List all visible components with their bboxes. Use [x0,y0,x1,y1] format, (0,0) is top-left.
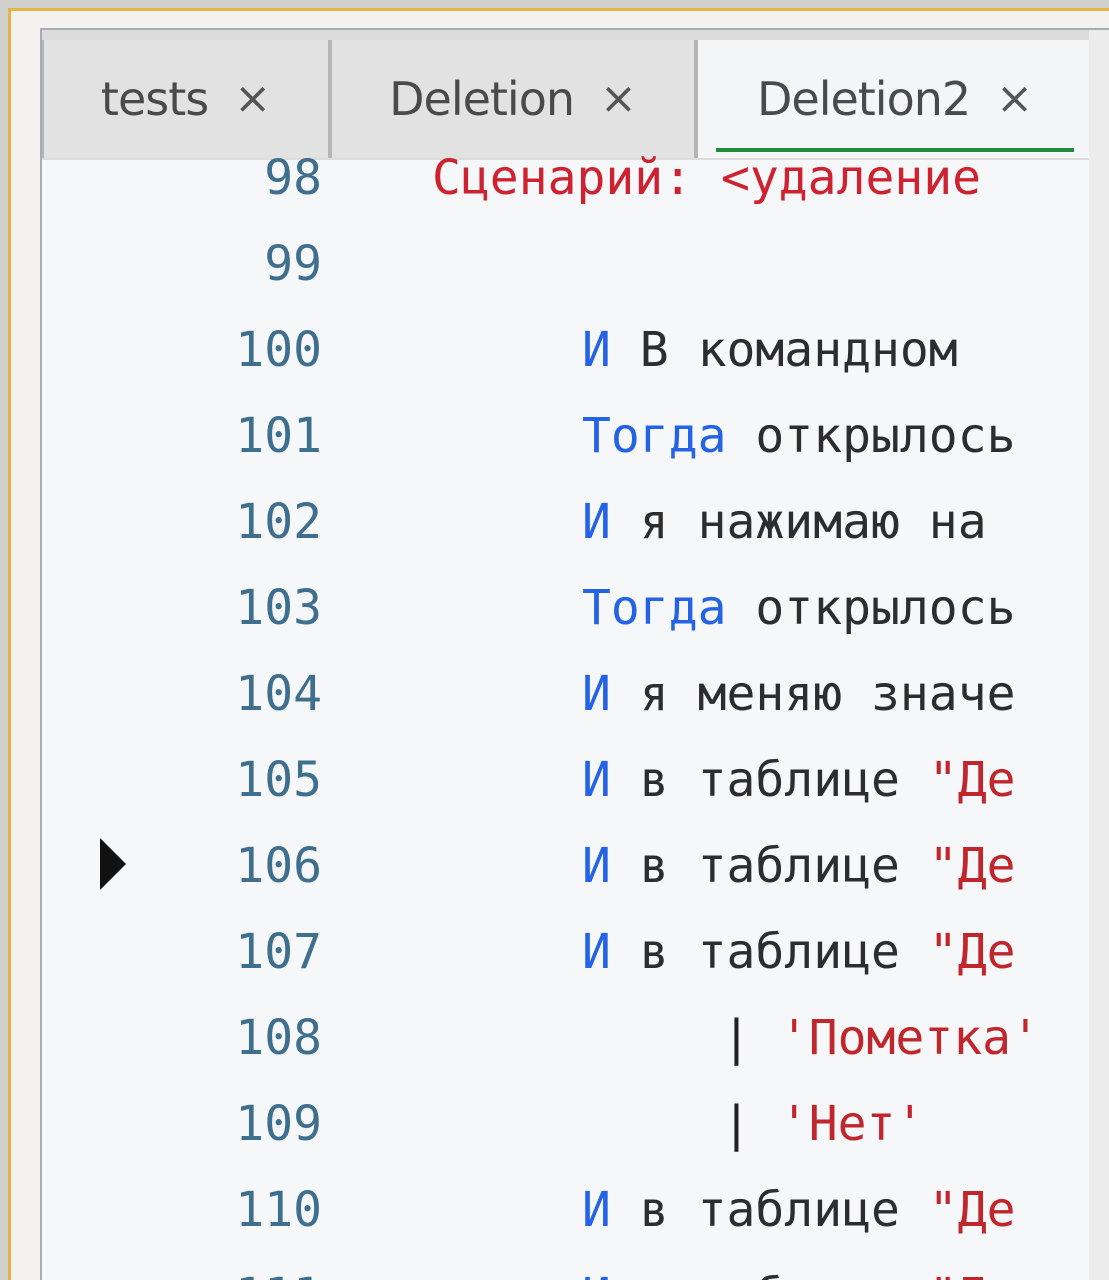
table-pipe: | [722,1096,780,1152]
string-literal: "Де [928,1182,1016,1238]
close-icon[interactable]: × [234,77,271,121]
step-text: в таблице [610,752,929,808]
code-text: | 'Нет' [722,1096,924,1152]
line-number: 108 [235,1010,322,1066]
code-text: Сценарий: <удаление [432,150,981,206]
line-number: 110 [235,1182,322,1238]
step-keyword: И [582,838,611,894]
line-number: 106 [235,838,322,894]
line-number: 100 [235,322,322,378]
code-text: Тогда открылось [582,580,1015,636]
code-text: И в таблице "Де [582,1182,1016,1238]
code-line[interactable]: 109 | 'Нет' [42,1076,1109,1162]
step-keyword: И [582,666,611,722]
line-number: 111 [192,1268,322,1280]
string-literal: 'Нет' [779,1096,925,1152]
code-text: И я нажимаю на [582,494,987,550]
step-keyword: И [582,1268,611,1280]
tab-label: Deletion [389,72,575,126]
code-line[interactable]: 104 И я меняю значе [42,646,1109,732]
table-pipe: | [722,1010,780,1066]
code-line[interactable]: 102 И я нажимаю на [42,474,1109,560]
line-number: 103 [235,580,322,636]
scenario-keyword: Сценарий: <удаление [432,150,982,206]
line-number: 102 [235,494,322,550]
string-literal: "Де [929,1268,1016,1280]
step-keyword: И [582,1182,611,1238]
step-text: в таблице [610,1182,929,1238]
line-number: 99 [264,236,322,292]
execution-arrow-icon [100,838,126,890]
tab-label: tests [100,72,209,126]
step-text: я нажимаю на [610,494,987,550]
code-text: И я меняю значе [582,666,1015,722]
step-keyword: И [582,494,611,550]
step-text: в таблице [610,838,929,894]
string-literal: "Де [928,924,1016,980]
code-text: И в таблице "Де [582,752,1016,808]
code-line[interactable]: 106 И в таблице "Де [42,818,1109,904]
step-text: открылось [726,408,1016,464]
tab-label: Deletion2 [756,72,971,126]
string-literal: "Де [928,838,1016,894]
line-number: 107 [235,924,322,980]
step-text: В командном [610,322,987,378]
close-icon[interactable]: × [600,77,637,121]
line-number: 104 [235,666,322,722]
code-text: Тогда открылось [582,408,1015,464]
code-line[interactable]: 110 И в таблице "Де [42,1162,1109,1248]
line-number: 98 [264,150,322,206]
code-text: | 'Пометка' [722,1010,1040,1066]
code-line[interactable]: 100 И В командном [42,302,1109,388]
string-literal: 'Пометка' [779,1010,1040,1066]
code-line[interactable]: 107 И в таблице "Де [42,904,1109,990]
line-number: 105 [235,752,322,808]
code-line[interactable]: 111 И в таблице "Де [42,1248,1109,1280]
code-editor[interactable]: 98 Сценарий: <удаление 99 100 И В командном … [42,150,1109,1280]
step-keyword: И [582,924,611,980]
string-literal: "Де [928,752,1016,808]
line-number: 109 [235,1096,322,1152]
code-text: И в таблице "Де [582,838,1016,894]
code-line[interactable]: 98 Сценарий: <удаление [42,130,1109,216]
step-keyword: Тогда [582,408,727,464]
code-line[interactable]: 99 [42,216,1109,302]
code-line[interactable]: 103 Тогда открылось [42,560,1109,646]
line-number: 101 [235,408,322,464]
editor-window: tests × Deletion × Deletion2 × 98 Сценари… [40,28,1109,1280]
step-text: в таблице [610,924,929,980]
step-keyword: И [582,322,611,378]
step-text: в таблице [611,1268,929,1280]
step-keyword: И [582,752,611,808]
code-line[interactable]: 105 И в таблице "Де [42,732,1109,818]
code-text: И в таблице "Де [582,1268,1016,1280]
code-text: И в таблице "Де [582,924,1016,980]
code-line[interactable]: 101 Тогда открылось [42,388,1109,474]
step-keyword: Тогда [582,580,727,636]
editor-right-edge [1089,30,1109,1280]
code-text: И В командном [582,322,987,378]
step-text: я меняю значе [610,666,1016,722]
close-icon[interactable]: × [996,77,1033,121]
step-text: открылось [726,580,1016,636]
code-line[interactable]: 108 | 'Пометка' [42,990,1109,1076]
